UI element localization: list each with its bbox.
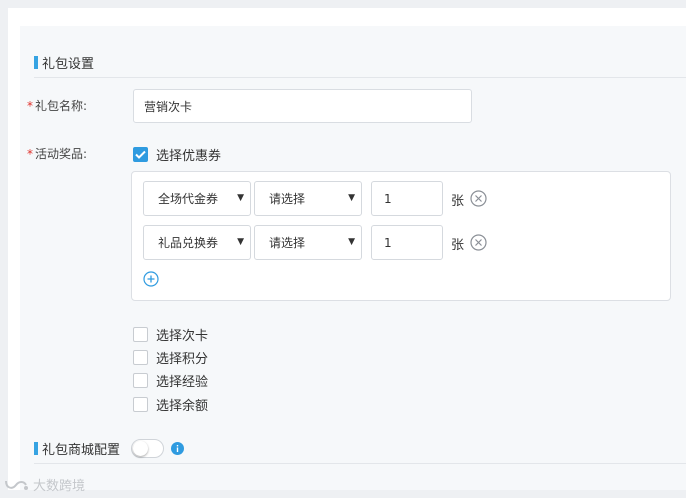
quantity-unit: 张 [451, 194, 465, 209]
info-icon[interactable] [171, 442, 184, 455]
quantity-input[interactable]: 1 [371, 181, 443, 216]
required-mark: * [27, 147, 33, 161]
coupon-checkbox[interactable]: 选择优惠券 [133, 145, 221, 164]
section-divider [34, 77, 686, 78]
checkbox-icon[interactable] [133, 327, 148, 342]
coupon-type-value: 全场代金券 [158, 192, 219, 206]
mall-config-toggle[interactable] [131, 439, 164, 458]
coupon-checkbox-label: 选择优惠券 [156, 149, 222, 164]
section-title-text: 礼包设置 [42, 56, 95, 72]
checkbox-icon[interactable] [133, 350, 148, 365]
watermark: 大数跨境 [4, 475, 85, 494]
quantity-input[interactable]: 1 [371, 225, 443, 260]
section-title-text: 礼包商城配置 [42, 442, 121, 458]
coupon-type-select[interactable]: 礼品兑换券 ▼ [143, 225, 251, 260]
coupon-select[interactable]: 请选择 ▼ [254, 181, 362, 216]
checkbox-icon[interactable] [133, 373, 148, 388]
prizes-label-text: 活动奖品: [35, 147, 88, 161]
quantity-value: 1 [384, 235, 392, 250]
coupon-select-value: 请选择 [269, 236, 306, 250]
coupon-type-select[interactable]: 全场代金券 ▼ [143, 181, 251, 216]
caret-down-icon: ▼ [237, 237, 244, 247]
option-checkbox-points[interactable]: 选择积分 [133, 348, 208, 367]
section-bar [34, 55, 38, 69]
plus-circle-icon[interactable] [143, 271, 159, 287]
option-label: 选择积分 [156, 352, 209, 367]
watermark-text: 大数跨境 [33, 479, 86, 494]
caret-down-icon: ▼ [348, 193, 355, 203]
gift-name-value: 营销次卡 [144, 99, 193, 114]
coupon-select[interactable]: 请选择 ▼ [254, 225, 362, 260]
toggle-knob [133, 441, 148, 456]
option-label: 选择次卡 [156, 329, 209, 344]
option-label: 选择余额 [156, 399, 209, 414]
coupon-type-value: 礼品兑换券 [158, 236, 219, 250]
close-circle-icon[interactable] [470, 234, 487, 251]
close-circle-icon[interactable] [470, 190, 487, 207]
option-checkbox-card[interactable]: 选择次卡 [133, 325, 208, 344]
quantity-unit: 张 [451, 238, 465, 253]
checkbox-checked-icon[interactable] [133, 147, 148, 162]
gift-name-label: * 礼包名称: [27, 97, 87, 114]
option-checkbox-experience[interactable]: 选择经验 [133, 371, 208, 390]
gift-name-input[interactable]: 营销次卡 [133, 89, 472, 123]
quantity-value: 1 [384, 191, 392, 206]
coupon-select-value: 请选择 [269, 192, 306, 206]
section-divider [34, 463, 686, 464]
section-bar [34, 441, 38, 455]
prizes-label: * 活动奖品: [27, 145, 87, 162]
checkbox-icon[interactable] [133, 397, 148, 412]
option-label: 选择经验 [156, 375, 209, 390]
watermark-logo [5, 480, 28, 490]
caret-down-icon: ▼ [348, 237, 355, 247]
section-title-gift-settings: 礼包设置 [34, 54, 95, 72]
gift-name-label-text: 礼包名称: [35, 99, 88, 113]
required-mark: * [27, 99, 33, 113]
option-checkbox-balance[interactable]: 选择余额 [133, 395, 208, 414]
section-title-mall-config: 礼包商城配置 [34, 440, 121, 458]
caret-down-icon: ▼ [237, 193, 244, 203]
